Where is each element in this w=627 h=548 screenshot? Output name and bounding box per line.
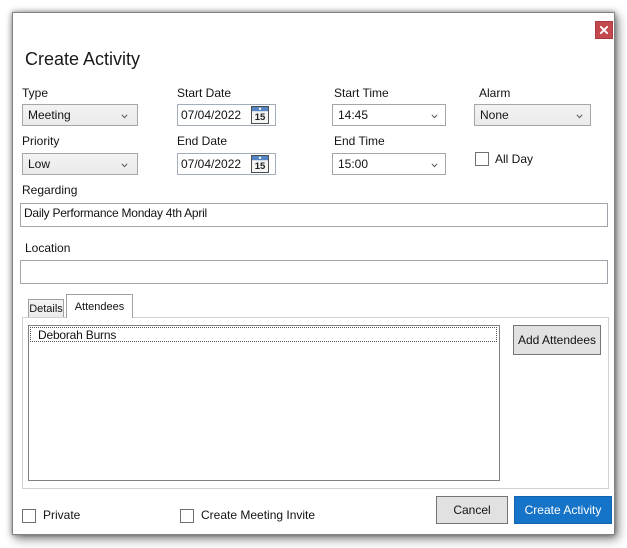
svg-text:15: 15 <box>255 161 266 172</box>
svg-text:15: 15 <box>255 112 266 123</box>
